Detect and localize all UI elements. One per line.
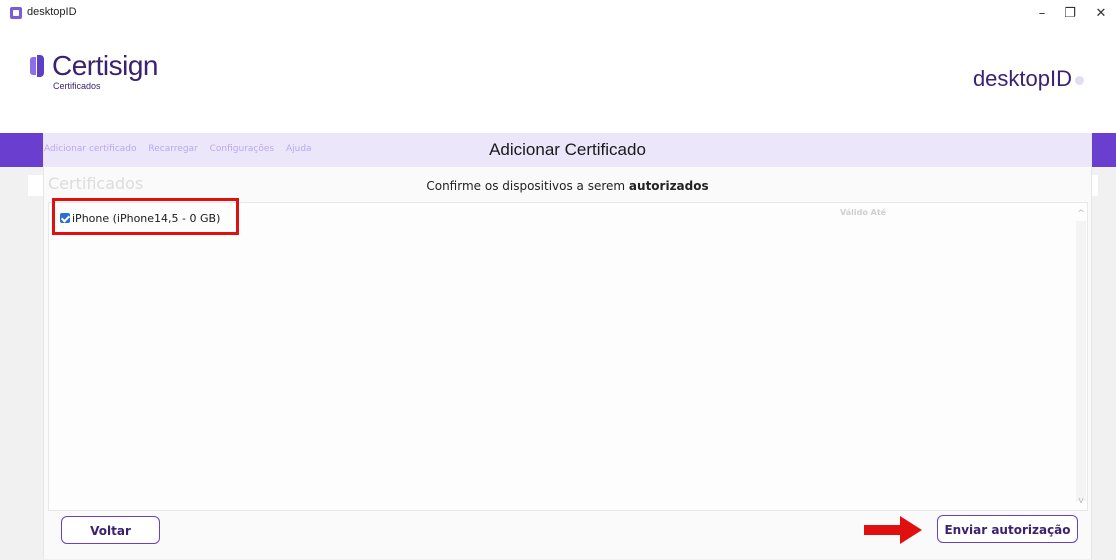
app-icon [10, 7, 22, 19]
subtitle-text: Confirme os dispositivos a serem [426, 179, 629, 193]
info-icon[interactable] [1075, 76, 1084, 85]
brand-subtitle: Certificados [53, 81, 101, 91]
brand-name: Certisign [52, 50, 158, 81]
back-button[interactable]: Voltar [61, 516, 160, 544]
dialog-title: Adicionar Certificado [489, 140, 646, 159]
window-title: desktopID [27, 6, 77, 18]
close-icon[interactable]: ✕ [1088, 4, 1114, 24]
add-certificate-dialog: Adicionar certificado Recarregar Configu… [43, 133, 1092, 559]
window-titlebar: desktopID – ❐ ✕ [0, 0, 1116, 30]
scrollbar-track[interactable] [1076, 221, 1086, 501]
app-header: Certisign Certificados desktopID [0, 30, 1116, 133]
device-highlight-box [52, 198, 239, 235]
dialog-subtitle: Confirme os dispositivos a serem autoriz… [44, 179, 1091, 193]
device-list[interactable]: Válido Até ^ v [48, 202, 1088, 511]
certisign-logo-icon [30, 55, 44, 77]
app-name: desktopID [972, 66, 1072, 91]
minimize-icon[interactable]: – [1029, 4, 1055, 24]
column-header-valid-until: Válido Até [840, 208, 887, 217]
scroll-up-icon[interactable]: ^ [1076, 209, 1086, 219]
send-authorization-button[interactable]: Enviar autorização [937, 515, 1078, 543]
scroll-down-icon[interactable]: v [1076, 496, 1086, 506]
restore-icon[interactable]: ❐ [1057, 4, 1083, 24]
arrow-right-annotation [864, 516, 922, 544]
subtitle-bold: autorizados [628, 179, 709, 193]
